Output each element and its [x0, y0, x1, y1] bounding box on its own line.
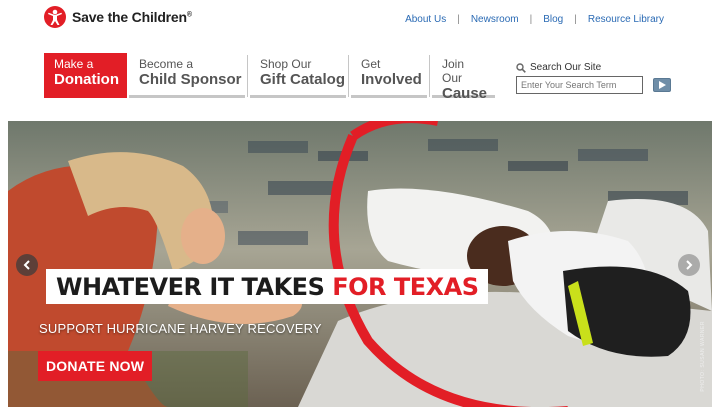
chevron-left-icon	[23, 260, 30, 270]
nav-join-our-cause[interactable]: Join Our Cause	[432, 53, 495, 102]
page: Save the Children® About Us | Newsroom |…	[0, 0, 720, 407]
utility-nav: About Us | Newsroom | Blog | Resource Li…	[405, 14, 664, 25]
link-resource-library[interactable]: Resource Library	[588, 14, 664, 25]
nav-child-sponsor[interactable]: Become a Child Sponsor	[129, 53, 245, 98]
carousel-next-button[interactable]	[678, 254, 700, 276]
search-icon	[516, 62, 526, 73]
search-label: Search Our Site	[530, 62, 602, 73]
nav-divider	[429, 55, 430, 97]
nav-make-a-donation[interactable]: Make a Donation	[44, 53, 127, 98]
link-newsroom[interactable]: Newsroom	[471, 14, 519, 25]
nav-line1: Get	[361, 57, 381, 71]
nav-line1: Join Our	[442, 57, 465, 85]
save-the-children-figure-icon	[44, 6, 66, 28]
hero-subheadline: SUPPORT HURRICANE HARVEY RECOVERY	[39, 321, 322, 336]
nav-line2: Child Sponsor	[139, 71, 242, 88]
nav-line2: Donation	[54, 71, 119, 88]
headline-text: WHATEVER IT TAKES	[56, 273, 325, 301]
hero-headline: WHATEVER IT TAKES FOR TEXAS	[46, 269, 489, 304]
nav-line1: Become a	[139, 57, 194, 71]
carousel-prev-button[interactable]	[16, 254, 38, 276]
link-blog[interactable]: Blog	[543, 14, 563, 25]
site-search: Search Our Site	[516, 62, 671, 94]
chevron-right-icon	[686, 260, 693, 270]
nav-line1: Shop Our	[260, 57, 312, 71]
link-about-us[interactable]: About Us	[405, 14, 446, 25]
nav-line2: Involved	[361, 71, 422, 88]
search-input[interactable]	[516, 76, 643, 94]
play-arrow-icon	[659, 81, 666, 89]
photo-credit: PHOTO: SUSAN WARNER	[700, 321, 706, 392]
nav-gift-catalog[interactable]: Shop Our Gift Catalog	[250, 53, 346, 98]
brand-name: Save the Children®	[72, 9, 192, 25]
nav-line1: Make a	[54, 57, 94, 71]
nav-divider	[348, 55, 349, 97]
headline-highlight: FOR TEXAS	[332, 273, 479, 301]
nav-get-involved[interactable]: Get Involved	[351, 53, 427, 98]
hero-banner[interactable]: WHATEVER IT TAKES FOR TEXAS SUPPORT HURR…	[8, 121, 712, 407]
donate-now-button[interactable]: DONATE NOW	[38, 351, 153, 381]
search-submit-button[interactable]	[653, 78, 671, 92]
main-nav: Make a Donation Become a Child Sponsor S…	[44, 53, 497, 102]
site-logo[interactable]: Save the Children®	[44, 6, 192, 28]
nav-line2: Cause	[442, 85, 488, 102]
nav-line2: Gift Catalog	[260, 71, 345, 88]
nav-divider	[247, 55, 248, 97]
